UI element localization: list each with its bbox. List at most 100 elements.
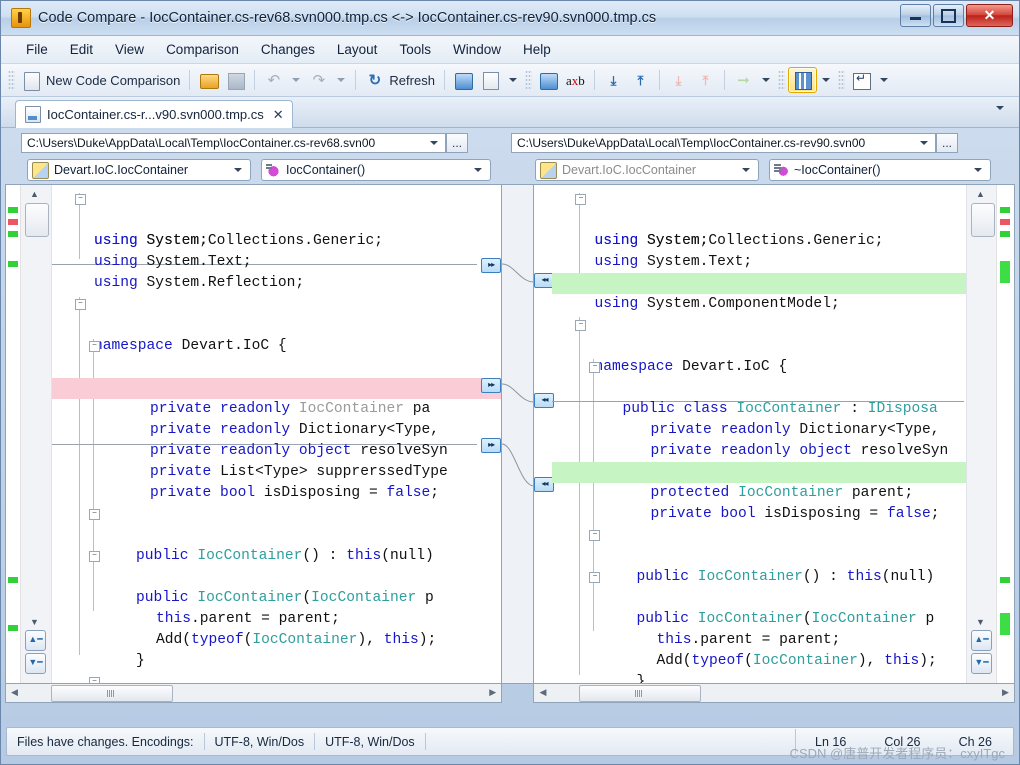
maximize-button[interactable]: [933, 4, 964, 27]
right-code-surface[interactable]: − using System; using System.Collections…: [552, 189, 966, 683]
right-horizontal-scrollbar[interactable]: ◀ ▶: [533, 684, 1015, 703]
copy-left-connector-button[interactable]: ◂◂: [534, 477, 554, 492]
new-code-comparison-button[interactable]: New Code Comparison: [18, 68, 184, 92]
menu-comparison[interactable]: Comparison: [155, 39, 250, 60]
left-member-combo[interactable]: IocContainer(): [261, 159, 491, 181]
report-dropdown-icon[interactable]: [509, 78, 517, 82]
menu-tools[interactable]: Tools: [388, 39, 442, 60]
compare-mode-button[interactable]: [535, 68, 562, 92]
toolbar-grip[interactable]: [778, 70, 785, 90]
fold-toggle[interactable]: −: [589, 572, 600, 583]
whitespace-button[interactable]: axb: [562, 68, 589, 92]
change-marker-add[interactable]: [1000, 577, 1010, 583]
change-marker-add[interactable]: [8, 231, 18, 237]
left-type-combo-dropdown-icon[interactable]: [234, 168, 242, 172]
fold-toggle[interactable]: −: [89, 551, 100, 562]
menu-window[interactable]: Window: [442, 39, 512, 60]
right-scroll-down-icon[interactable]: ▼: [976, 617, 985, 627]
left-horizontal-scrollbar[interactable]: ◀ ▶: [5, 684, 502, 703]
menu-view[interactable]: View: [104, 39, 155, 60]
left-hscroll-thumb[interactable]: [51, 685, 173, 702]
change-marker-add[interactable]: [1000, 613, 1010, 635]
toolbar-grip[interactable]: [8, 70, 15, 90]
menu-layout[interactable]: Layout: [326, 39, 389, 60]
minimize-button[interactable]: [900, 4, 931, 27]
fold-toggle[interactable]: −: [575, 194, 586, 205]
change-marker-add[interactable]: [8, 207, 18, 213]
left-editor-pane[interactable]: ▲ ▼ ▲━ ▼━ − using System;: [5, 184, 502, 684]
next-file-button[interactable]: ⤓: [665, 68, 692, 92]
change-marker-delete[interactable]: [8, 219, 18, 225]
left-browse-button[interactable]: ...: [446, 133, 468, 153]
right-hscroll-left-icon[interactable]: ◀: [534, 684, 551, 701]
next-change-button[interactable]: ⤓: [600, 68, 627, 92]
menu-file[interactable]: File: [15, 39, 59, 60]
undo-dropdown-icon[interactable]: [292, 78, 300, 82]
fold-toggle[interactable]: −: [89, 341, 100, 352]
redo-dropdown-icon[interactable]: [337, 78, 345, 82]
left-path-dropdown-icon[interactable]: [430, 141, 438, 145]
tab-close-icon[interactable]: ✕: [273, 107, 284, 123]
undo-button[interactable]: ↶: [260, 68, 287, 92]
copy-left-connector-button[interactable]: ◂◂: [534, 273, 554, 288]
close-button[interactable]: ✕: [966, 4, 1013, 27]
word-wrap-dropdown-icon[interactable]: [880, 78, 888, 82]
left-scroll-up-icon[interactable]: ▲: [30, 189, 39, 199]
right-first-change-button[interactable]: ▲━: [971, 630, 992, 651]
left-last-change-button[interactable]: ▼━: [25, 653, 46, 674]
left-type-combo[interactable]: Devart.IoC.IocContainer: [27, 159, 251, 181]
word-wrap-button[interactable]: [848, 68, 875, 92]
fold-toggle[interactable]: −: [589, 530, 600, 541]
right-type-combo-dropdown-icon[interactable]: [742, 168, 750, 172]
previous-file-button[interactable]: ⤒: [692, 68, 719, 92]
left-scroll-down-icon[interactable]: ▼: [30, 617, 39, 627]
right-hscroll-right-icon[interactable]: ▶: [997, 684, 1014, 701]
right-overview-strip[interactable]: ▲ ▼ ▲━ ▼━: [966, 185, 997, 683]
previous-change-button[interactable]: ⤒: [627, 68, 654, 92]
right-browse-button[interactable]: ...: [936, 133, 958, 153]
apply-button[interactable]: ➞: [730, 68, 757, 92]
change-marker-add[interactable]: [1000, 261, 1010, 283]
left-hscroll-left-icon[interactable]: ◀: [6, 684, 23, 701]
left-overview-thumb[interactable]: [25, 203, 49, 237]
toolbar-grip[interactable]: [525, 70, 532, 90]
right-change-markers[interactable]: [996, 185, 1014, 683]
right-editor-pane[interactable]: ◂◂ ◂◂ ◂◂ − using System; using System.Co…: [533, 184, 1015, 684]
redo-button[interactable]: ↷: [305, 68, 332, 92]
change-marker-add[interactable]: [1000, 207, 1010, 213]
left-first-change-button[interactable]: ▲━: [25, 630, 46, 651]
right-path-dropdown-icon[interactable]: [920, 141, 928, 145]
copy-left-connector-button[interactable]: ◂◂: [534, 393, 554, 408]
fold-toggle[interactable]: −: [89, 677, 100, 683]
change-marker-add[interactable]: [8, 625, 18, 631]
tab-list-dropdown-icon[interactable]: [996, 106, 1004, 110]
layout-columns-button[interactable]: [788, 67, 817, 93]
open-button[interactable]: [195, 68, 222, 92]
fold-toggle[interactable]: −: [75, 194, 86, 205]
right-type-combo[interactable]: Devart.IoC.IocContainer: [535, 159, 759, 181]
apply-dropdown-icon[interactable]: [762, 78, 770, 82]
fold-toggle[interactable]: −: [589, 362, 600, 373]
copy-to-right-button[interactable]: [450, 68, 477, 92]
right-member-combo-dropdown-icon[interactable]: [974, 168, 982, 172]
change-marker-add[interactable]: [8, 577, 18, 583]
change-marker-delete[interactable]: [1000, 219, 1010, 225]
refresh-button[interactable]: ↻ Refresh: [361, 68, 439, 92]
change-marker-add[interactable]: [1000, 231, 1010, 237]
right-last-change-button[interactable]: ▼━: [971, 653, 992, 674]
copy-right-connector-button[interactable]: ▸▸: [481, 378, 501, 393]
copy-right-connector-button[interactable]: ▸▸: [481, 438, 501, 453]
left-member-combo-dropdown-icon[interactable]: [474, 168, 482, 172]
right-hscroll-thumb[interactable]: [579, 685, 701, 702]
right-overview-thumb[interactable]: [971, 203, 995, 237]
right-member-combo[interactable]: ~IocContainer(): [769, 159, 991, 181]
copy-right-connector-button[interactable]: ▸▸: [481, 258, 501, 273]
right-path-input[interactable]: C:\Users\Duke\AppData\Local\Temp\IocCont…: [511, 133, 936, 153]
toolbar-grip[interactable]: [838, 70, 845, 90]
menu-edit[interactable]: Edit: [59, 39, 104, 60]
menu-changes[interactable]: Changes: [250, 39, 326, 60]
fold-toggle[interactable]: −: [575, 320, 586, 331]
save-button[interactable]: [222, 68, 249, 92]
left-overview-strip[interactable]: ▲ ▼ ▲━ ▼━: [21, 185, 52, 683]
left-hscroll-right-icon[interactable]: ▶: [484, 684, 501, 701]
